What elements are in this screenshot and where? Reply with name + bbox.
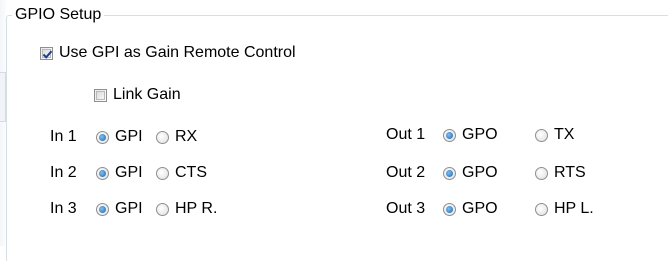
input-label: In 3 [50, 200, 77, 217]
radio-option-gpo[interactable]: GPO [443, 125, 535, 145]
radio-icon[interactable] [96, 166, 109, 180]
radio-option-gpi[interactable]: GPI [96, 163, 156, 183]
output-label: Out 2 [386, 164, 426, 181]
input-row-1: In 1 GPI RX [50, 127, 197, 147]
radio-option-rx[interactable]: RX [156, 127, 197, 147]
radio-icon[interactable] [535, 128, 548, 142]
radio-option-cts[interactable]: CTS [156, 163, 207, 183]
link-gain-label: Link Gain [113, 86, 181, 103]
radio-icon[interactable] [96, 130, 109, 144]
radio-icon[interactable] [443, 202, 456, 216]
input-label: In 1 [50, 128, 77, 145]
checkbox-box[interactable] [40, 46, 53, 60]
radio-icon[interactable] [156, 130, 169, 144]
groupbox-title: GPIO Setup [12, 5, 105, 25]
radio-option-gpo[interactable]: GPO [443, 163, 535, 183]
radio-icon[interactable] [535, 202, 548, 216]
radio-icon[interactable] [443, 166, 456, 180]
checkmark-icon [42, 50, 53, 59]
radio-option-rts[interactable]: RTS [535, 163, 586, 183]
input-row-2: In 2 GPI CTS [50, 163, 207, 183]
input-label: In 2 [50, 164, 77, 181]
radio-option-gpo[interactable]: GPO [443, 199, 535, 219]
output-row-3: Out 3 GPO HP L. [386, 199, 594, 219]
radio-option-hp-l[interactable]: HP L. [535, 199, 594, 219]
use-gpi-label: Use GPI as Gain Remote Control [59, 44, 296, 61]
link-gain-checkbox[interactable]: Link Gain [94, 85, 181, 105]
radio-icon[interactable] [96, 202, 109, 216]
radio-option-tx[interactable]: TX [535, 125, 574, 145]
radio-option-hp-r[interactable]: HP R. [156, 199, 217, 219]
output-label: Out 1 [386, 126, 426, 143]
radio-option-gpi[interactable]: GPI [96, 199, 156, 219]
radio-icon[interactable] [535, 166, 548, 180]
input-row-3: In 3 GPI HP R. [50, 199, 217, 219]
radio-icon[interactable] [156, 166, 169, 180]
radio-icon[interactable] [443, 128, 456, 142]
checkbox-box[interactable] [94, 88, 107, 102]
radio-icon[interactable] [156, 202, 169, 216]
use-gpi-checkbox[interactable]: Use GPI as Gain Remote Control [40, 43, 296, 63]
output-label: Out 3 [386, 200, 426, 217]
output-row-1: Out 1 GPO TX [386, 125, 574, 145]
radio-option-gpi[interactable]: GPI [96, 127, 156, 147]
output-row-2: Out 2 GPO RTS [386, 163, 586, 183]
